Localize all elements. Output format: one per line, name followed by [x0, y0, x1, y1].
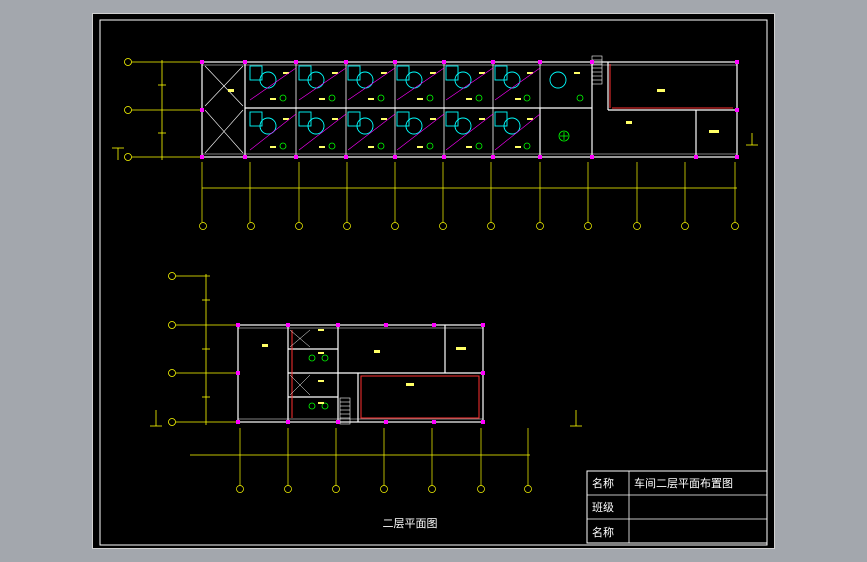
upper-green-symbols — [279, 94, 584, 150]
axis-bubble — [168, 418, 176, 426]
axis-bubble — [633, 222, 641, 230]
lower-bracing — [289, 329, 311, 396]
axis-bubble — [584, 222, 592, 230]
axis-bubble — [236, 485, 244, 493]
axis-bubble — [343, 222, 351, 230]
title-block-name2-label: 名称 — [592, 525, 614, 539]
inner-frame — [99, 19, 768, 546]
axis-bubble — [536, 222, 544, 230]
equipment-unit — [549, 71, 567, 89]
title-block-name-label: 名称 — [592, 476, 614, 490]
axis-bubble — [524, 485, 532, 493]
lower-dimensions — [190, 428, 532, 493]
axis-bubble — [199, 222, 207, 230]
axis-bubble — [295, 222, 303, 230]
axis-bubble — [731, 222, 739, 230]
lower-section-mark-left — [150, 410, 162, 427]
lower-red-partitions — [291, 330, 480, 419]
axis-bubble — [477, 485, 485, 493]
bracing-left — [204, 65, 244, 154]
section-mark-right — [746, 133, 758, 146]
axis-bubble — [247, 222, 255, 230]
axis-bubble — [428, 485, 436, 493]
title-block-class-label: 班级 — [592, 501, 614, 514]
axis-bubble — [391, 222, 399, 230]
axis-bubble — [124, 153, 132, 161]
axis-bubble — [284, 485, 292, 493]
upper-plan — [112, 55, 758, 230]
title-block-name-value: 车间二层平面布置图 — [634, 476, 733, 490]
lower-plan — [150, 272, 582, 493]
axis-bubble — [124, 58, 132, 66]
lower-section-mark-right — [570, 410, 582, 427]
lower-axis-bubbles-left — [168, 272, 238, 426]
title-block: 名称 车间二层平面布置图 班级 名称 — [586, 470, 768, 544]
section-mark-left — [112, 147, 124, 160]
axis-bubble — [439, 222, 447, 230]
axis-bubble — [332, 485, 340, 493]
axis-bubble — [168, 321, 176, 329]
axis-bubble — [380, 485, 388, 493]
lower-stair — [339, 397, 351, 425]
axis-bubble — [487, 222, 495, 230]
floor-plan-canvas: 二层平面图 名称 车间二层平面布置图 班级 名称 — [99, 19, 768, 546]
red-partitions — [609, 64, 733, 109]
drawing-caption: 二层平面图 — [383, 517, 438, 530]
axis-bubble — [124, 106, 132, 114]
axis-bubble — [168, 272, 176, 280]
axis-bubble — [168, 369, 176, 377]
axis-bubble — [681, 222, 689, 230]
upper-axis-bubbles-left — [124, 58, 200, 161]
upper-dimensions — [199, 162, 739, 230]
